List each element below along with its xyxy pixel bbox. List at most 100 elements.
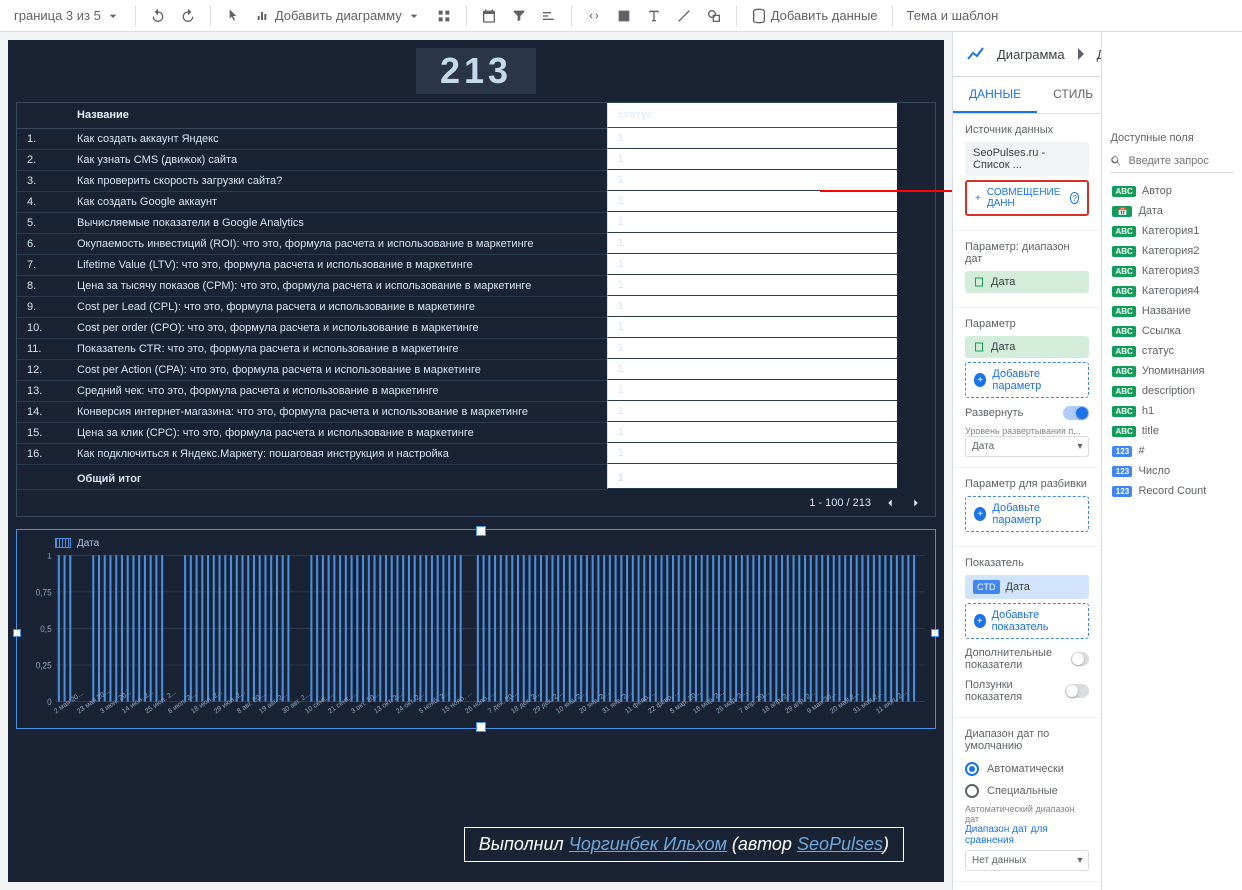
compare-select[interactable]: Нет данных▾ — [965, 850, 1089, 871]
field-item[interactable]: ABCtitle — [1102, 421, 1242, 441]
shape-button[interactable] — [700, 4, 728, 28]
data-table[interactable]: Название статус 1.Как создать аккаунт Ян… — [16, 102, 936, 517]
metric-chip[interactable]: CTD Дата — [965, 575, 1089, 599]
undo-icon — [150, 8, 166, 24]
table-row[interactable]: 5.Вычисляемые показатели в Google Analyt… — [17, 212, 935, 233]
table-row[interactable]: 15.Цена за клик (CPC): что это, формула … — [17, 422, 935, 443]
drill-down-toggle[interactable] — [1063, 406, 1089, 420]
field-item[interactable]: ABCСсылка — [1102, 321, 1242, 341]
tab-data[interactable]: ДАННЫЕ — [953, 77, 1037, 113]
table-row[interactable]: 9.Cost per Lead (CPL): что это, формула … — [17, 296, 935, 317]
fields-panel: Доступные поля ABCАвтор📅ДатаABCКатегория… — [1102, 32, 1242, 890]
breadcrumb[interactable]: Диаграмма Динами... — [997, 42, 1102, 66]
author-link[interactable]: Чоргинбек Ильхом — [569, 834, 727, 854]
plus-icon: + — [974, 373, 986, 387]
chevron-down-icon — [105, 8, 121, 24]
field-item[interactable]: ABCКатегория1 — [1102, 221, 1242, 241]
sliders-icon — [541, 8, 557, 24]
table-row[interactable]: 13.Средний чек: что это, формула расчета… — [17, 380, 935, 401]
filter-icon — [511, 8, 527, 24]
chart-icon — [255, 8, 271, 24]
shape-icon — [706, 8, 722, 24]
theme-button[interactable]: Тема и шаблон — [901, 4, 1005, 27]
image-button[interactable] — [610, 4, 638, 28]
table-row[interactable]: 10.Cost per order (CPO): что это, формул… — [17, 317, 935, 338]
time-series-chart[interactable]: Дата 00,250,50,751 2 мая 20...23 мая 20.… — [16, 529, 936, 729]
add-chart-button[interactable]: Добавить диаграмму — [249, 4, 428, 28]
add-dimension-button[interactable]: +Добавьте параметр — [965, 362, 1089, 398]
field-item[interactable]: ABCКатегория4 — [1102, 281, 1242, 301]
page-selector[interactable]: граница 3 из 5 — [8, 4, 127, 28]
undo-button[interactable] — [144, 4, 172, 28]
table-row[interactable]: 1.Как создать аккаунт Яндекс1 — [17, 128, 935, 149]
drill-level-select[interactable]: Дата▾ — [965, 436, 1089, 457]
dimension-chip[interactable]: Дата — [965, 336, 1089, 358]
field-item[interactable]: ABCАвтор — [1102, 181, 1242, 201]
url-embed[interactable] — [580, 4, 608, 28]
data-source-chip[interactable]: SeoPulses.ru - Список ... — [965, 142, 1089, 176]
svg-text:0,75: 0,75 — [36, 586, 52, 597]
canvas[interactable]: 213 Название статус 1.Как создать аккаун… — [0, 32, 952, 890]
line-button[interactable] — [670, 4, 698, 28]
field-item[interactable]: ABCстатус — [1102, 341, 1242, 361]
add-metric-button[interactable]: +Добавьте показатель — [965, 603, 1089, 639]
fields-search[interactable] — [1110, 150, 1234, 173]
blend-data-button[interactable]: + СОВМЕЩЕНИЕ ДАНН ? — [965, 180, 1089, 216]
filter-control[interactable] — [505, 4, 533, 28]
date-control[interactable] — [475, 4, 503, 28]
select-tool[interactable] — [219, 4, 247, 28]
chart-type-icon[interactable] — [965, 42, 989, 66]
site-link[interactable]: SeoPulses — [797, 834, 883, 854]
next-page-icon[interactable] — [909, 496, 923, 510]
calendar-icon — [973, 341, 985, 353]
table-row[interactable]: 7.Lifetime Value (LTV): что это, формула… — [17, 254, 935, 275]
tab-style[interactable]: СТИЛЬ — [1037, 77, 1102, 113]
calendar-icon — [973, 276, 985, 288]
table-row[interactable]: 16.Как подключиться к Яндекс.Маркету: по… — [17, 443, 935, 464]
field-item[interactable]: 123# — [1102, 441, 1242, 461]
col-name[interactable]: Название — [67, 103, 607, 128]
table-row[interactable]: 14.Конверсия интернет-магазина: что это,… — [17, 401, 935, 422]
code-icon — [586, 8, 602, 24]
database-icon — [751, 8, 767, 24]
col-status[interactable]: статус — [607, 103, 897, 128]
table-row[interactable]: 8.Цена за тысячу показов (CPM): что это,… — [17, 275, 935, 296]
prev-page-icon[interactable] — [883, 496, 897, 510]
community-viz-button[interactable] — [430, 4, 458, 28]
redo-button[interactable] — [174, 4, 202, 28]
scorecard[interactable]: 213 — [416, 48, 536, 94]
date-dimension-chip[interactable]: Дата — [965, 271, 1089, 293]
field-item[interactable]: ABCdescription — [1102, 381, 1242, 401]
line-icon — [676, 8, 692, 24]
optional-metrics-toggle[interactable] — [1071, 652, 1090, 666]
field-item[interactable]: 123Число — [1102, 461, 1242, 481]
table-row[interactable]: 6.Окупаемость инвестиций (ROI): что это,… — [17, 233, 935, 254]
svg-text:0,25: 0,25 — [36, 660, 52, 671]
field-item[interactable]: ABCКатегория3 — [1102, 261, 1242, 281]
field-item[interactable]: 📅Дата — [1102, 201, 1242, 221]
metric-sliders-toggle[interactable] — [1065, 684, 1089, 698]
annotation-arrow — [820, 190, 952, 192]
table-row[interactable]: 4.Как создать Google аккаунт1 — [17, 191, 935, 212]
table-row[interactable]: 3.Как проверить скорость загрузки сайта?… — [17, 170, 935, 191]
add-breakdown-button[interactable]: +Добавьте параметр — [965, 496, 1089, 532]
data-control[interactable] — [535, 4, 563, 28]
plus-icon: + — [974, 614, 986, 628]
search-input[interactable] — [1128, 155, 1234, 167]
svg-text:1: 1 — [47, 553, 52, 561]
table-row[interactable]: 11.Показатель CTR: что это, формула расч… — [17, 338, 935, 359]
field-item[interactable]: ABCУпоминания — [1102, 361, 1242, 381]
field-item[interactable]: ABCh1 — [1102, 401, 1242, 421]
chart-legend: Дата — [25, 538, 927, 549]
text-button[interactable] — [640, 4, 668, 28]
field-item[interactable]: ABCНазвание — [1102, 301, 1242, 321]
range-auto-radio[interactable]: Автоматически — [965, 758, 1089, 780]
report: 213 Название статус 1.Как создать аккаун… — [8, 40, 944, 882]
table-row[interactable]: 12.Cost per Action (CPA): что это, форму… — [17, 359, 935, 380]
pointer-icon — [225, 8, 241, 24]
table-row[interactable]: 2.Как узнать CMS (движок) сайта1 — [17, 149, 935, 170]
add-data-button[interactable]: Добавить данные — [745, 4, 884, 28]
field-item[interactable]: ABCКатегория2 — [1102, 241, 1242, 261]
field-item[interactable]: 123Record Count — [1102, 481, 1242, 501]
range-custom-radio[interactable]: Специальные — [965, 780, 1089, 802]
